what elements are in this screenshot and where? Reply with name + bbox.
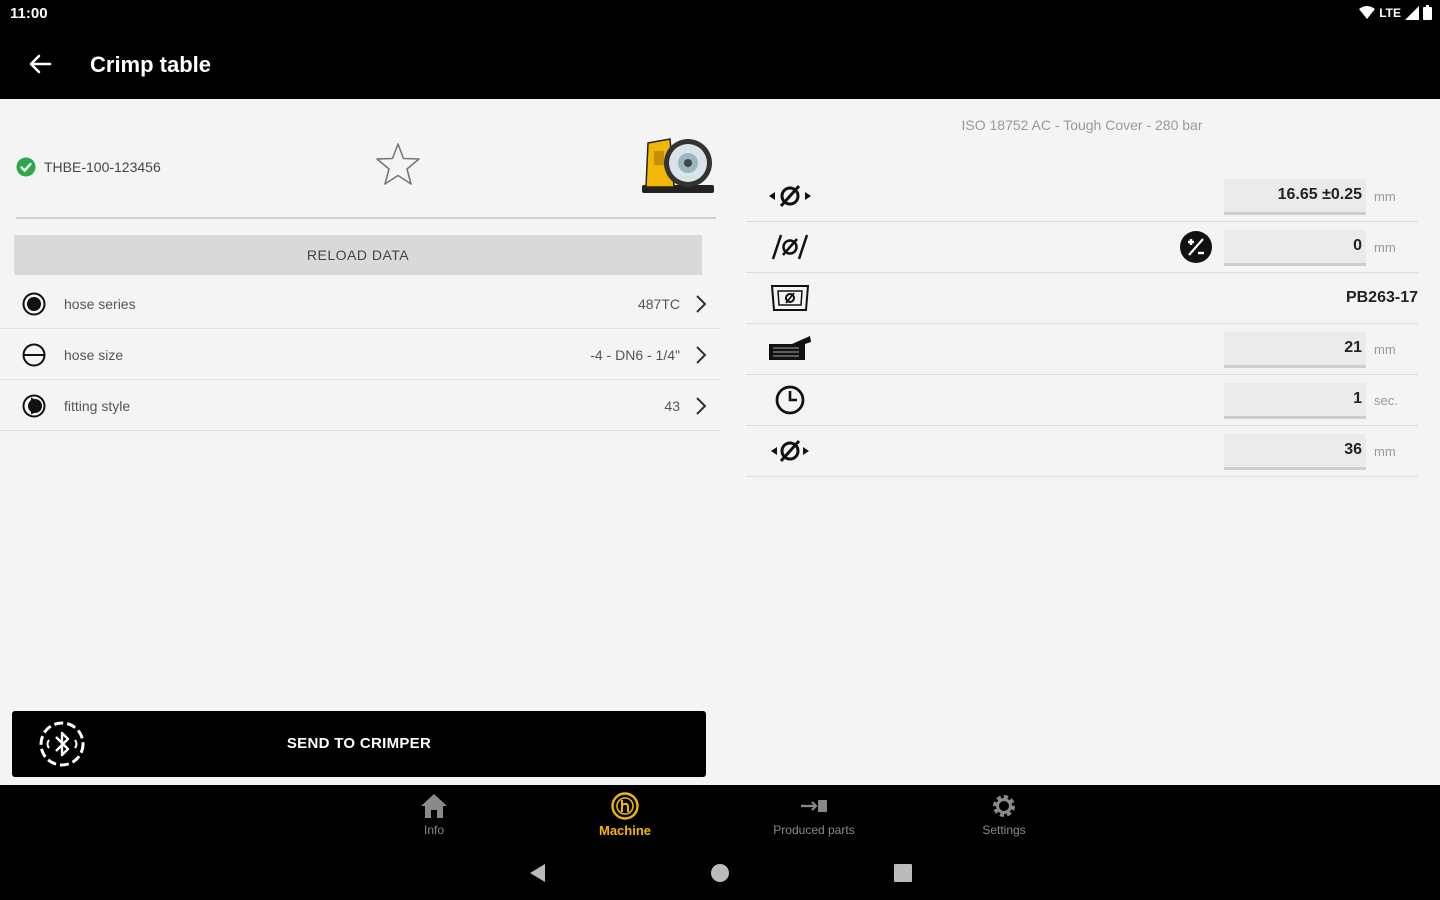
check-circle-icon	[16, 157, 36, 177]
clock-icon	[775, 385, 805, 415]
nav-label: Produced parts	[773, 823, 855, 837]
send-label: SEND TO CRIMPER	[286, 735, 432, 752]
favorite-star-icon[interactable]	[374, 141, 422, 189]
status-icons: LTE	[1359, 5, 1432, 20]
machine-icon	[611, 792, 639, 820]
option-label: fitting style	[64, 398, 131, 414]
param-row-diameter-correction: 0 mm	[746, 222, 1418, 273]
crimp-length-field[interactable]: 21	[1224, 332, 1366, 368]
system-nav-bar	[0, 845, 1440, 900]
left-panel: THBE-100-123456 RELOAD DATA hose series …	[0, 99, 720, 785]
param-row-open-diameter: 36 mm	[746, 426, 1418, 477]
wifi-icon	[1359, 5, 1376, 19]
option-row-fitting-style[interactable]: fitting style 43	[0, 381, 720, 431]
spec-title: ISO 18752 AC - Tough Cover - 280 bar	[961, 117, 1203, 133]
hose-series-icon	[22, 292, 46, 316]
param-row-crimp-diameter: 16.65 ±0.25 mm	[746, 171, 1418, 222]
chevron-right-icon	[696, 397, 707, 415]
chevron-right-icon	[696, 346, 707, 364]
diameter-correction-field[interactable]: 0	[1224, 230, 1366, 266]
nav-label: Info	[423, 823, 444, 837]
option-value: -4 - DN6 - 1/4"	[590, 347, 680, 363]
tag-row: THBE-100-123456	[16, 129, 716, 219]
param-row-crimp-time: 1 sec.	[746, 375, 1418, 426]
back-arrow-icon[interactable]	[24, 48, 56, 80]
diameter-correction-icon	[771, 234, 809, 260]
system-recents-icon[interactable]	[892, 862, 914, 884]
option-row-hose-series[interactable]: hose series 487TC	[0, 279, 720, 329]
param-unit: sec.	[1374, 393, 1398, 408]
tag-id: THBE-100-123456	[44, 159, 161, 175]
open-diameter-field[interactable]: 36	[1224, 434, 1366, 470]
battery-icon	[1423, 5, 1432, 20]
die-set-value: PB263-17	[1345, 289, 1418, 306]
param-unit: mm	[1374, 240, 1396, 255]
send-to-crimper-button[interactable]: SEND TO CRIMPER	[12, 711, 706, 777]
param-unit: mm	[1374, 444, 1396, 459]
nav-item-settings[interactable]: Settings	[934, 791, 1074, 843]
nav-label: Settings	[982, 823, 1026, 837]
option-label: hose series	[64, 296, 136, 312]
option-row-hose-size[interactable]: hose size -4 - DN6 - 1/4"	[0, 330, 720, 380]
bottom-nav: Info Machine Produced parts Settings	[0, 785, 1440, 845]
option-value: 487TC	[637, 296, 680, 312]
page-title: Crimp table	[90, 52, 212, 77]
param-row-crimp-length: 21 mm	[746, 324, 1418, 375]
param-row-die-set: PB263-17	[746, 273, 1418, 324]
param-unit: mm	[1374, 189, 1396, 204]
param-unit: mm	[1374, 342, 1396, 357]
hose-size-icon	[22, 343, 46, 367]
nav-item-machine[interactable]: Machine	[555, 791, 695, 843]
status-bar: 11:00 LTE	[0, 0, 1440, 28]
crimp-diameter-field[interactable]: 16.65 ±0.25	[1224, 179, 1366, 215]
option-label: hose size	[64, 347, 124, 363]
network-label: LTE	[1379, 5, 1401, 20]
home-icon	[421, 794, 447, 818]
crimp-diameter-icon	[769, 184, 811, 208]
option-value: 43	[664, 398, 680, 414]
right-panel: ISO 18752 AC - Tough Cover - 280 bar 16.…	[746, 99, 1418, 785]
crimp-length-icon	[769, 336, 811, 360]
status-time: 11:00	[10, 5, 48, 22]
chevron-right-icon	[696, 295, 707, 313]
fitting-style-icon	[22, 394, 46, 418]
reload-data-button[interactable]: RELOAD DATA	[14, 235, 702, 275]
nav-label: Machine	[598, 823, 651, 838]
produced-parts-icon	[801, 800, 827, 812]
crimper-machine-icon	[642, 138, 714, 193]
system-home-icon[interactable]	[709, 862, 731, 884]
system-back-icon[interactable]	[527, 862, 549, 884]
crimp-time-field[interactable]: 1	[1224, 383, 1366, 419]
nav-item-produced-parts[interactable]: Produced parts	[744, 791, 884, 843]
gear-icon	[993, 795, 1015, 817]
plus-minus-toggle-icon[interactable]	[1179, 230, 1213, 264]
nav-item-info[interactable]: Info	[364, 791, 504, 843]
app-bar: Crimp table	[0, 28, 1440, 99]
open-diameter-icon	[771, 439, 809, 463]
signal-icon	[1405, 5, 1419, 20]
die-set-icon	[770, 285, 810, 311]
